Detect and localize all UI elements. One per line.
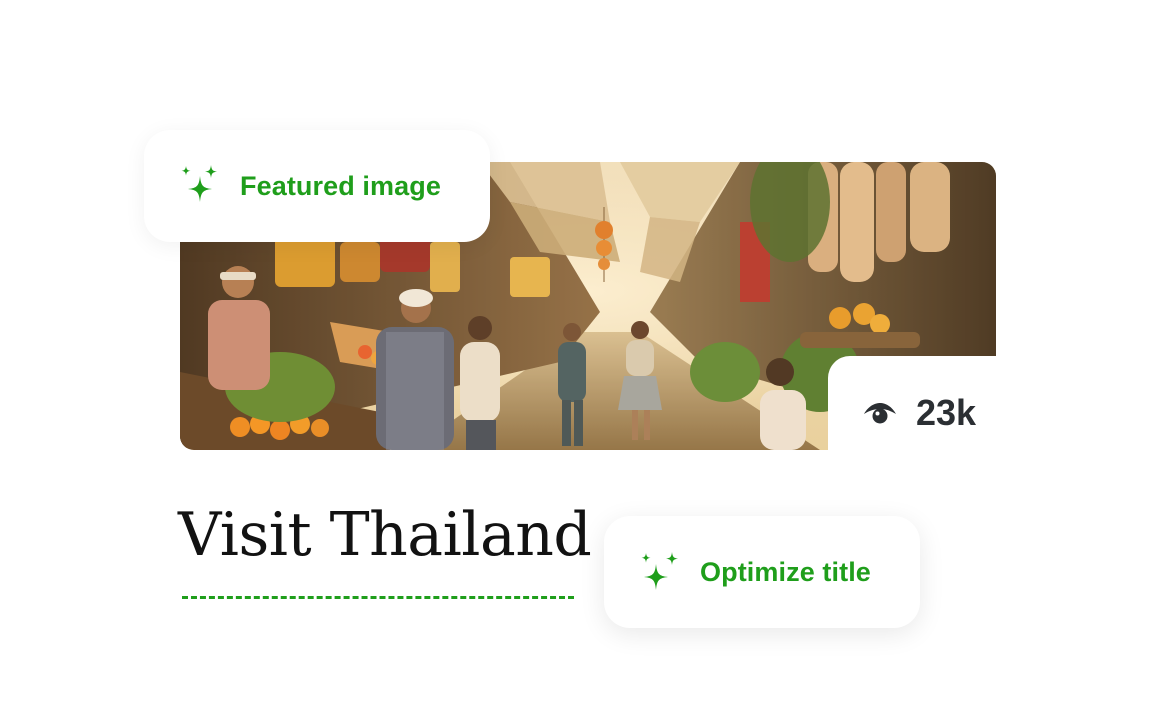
sparkles-icon bbox=[181, 165, 217, 202]
post-title[interactable]: Visit Thailand bbox=[178, 500, 592, 570]
views-badge: 23k bbox=[828, 356, 996, 470]
eye-icon bbox=[864, 403, 896, 424]
sparkles-icon bbox=[641, 552, 678, 590]
featured-image-label: Featured image bbox=[240, 170, 441, 201]
optimize-title-label: Optimize title bbox=[700, 556, 871, 587]
title-dashed-underline bbox=[182, 596, 574, 599]
optimize-title-button[interactable]: Optimize title bbox=[604, 516, 920, 628]
featured-image-chip[interactable]: Featured image bbox=[144, 130, 490, 242]
views-count: 23k bbox=[916, 392, 977, 433]
